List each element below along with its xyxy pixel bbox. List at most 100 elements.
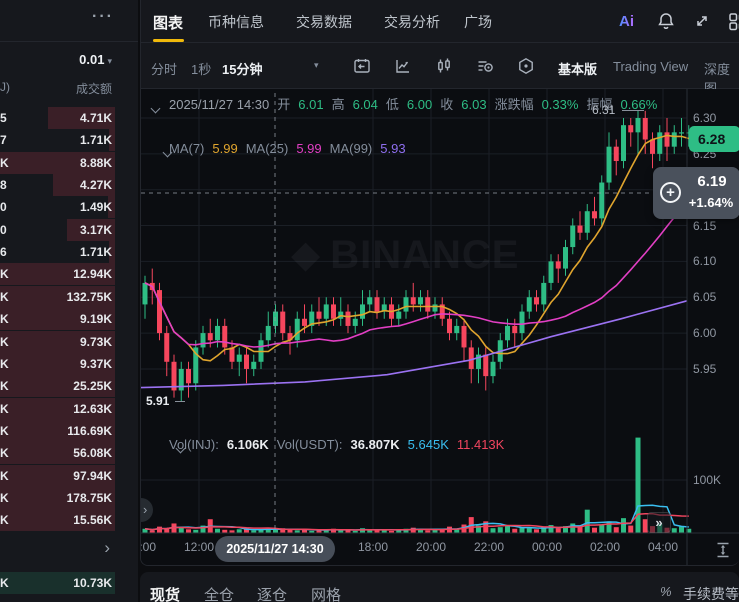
tab-交易分析[interactable]: 交易分析 <box>384 12 440 32</box>
amount-value: 9.73K <box>79 334 112 349</box>
kline-canvas <box>141 89 739 565</box>
ask-row[interactable]: K 97.94K <box>0 464 138 487</box>
tab-币种信息[interactable]: 币种信息 <box>208 12 264 32</box>
bid-row[interactable]: K 10.73K <box>0 572 138 594</box>
high-value: 6.04 <box>352 97 378 112</box>
ask-row[interactable]: 7 1.71K <box>0 129 138 152</box>
kline-plot[interactable]: ◆ BINANCE 2025/11/27 14:30 开 6.01 高 6.04 低… <box>141 89 739 565</box>
ask-row[interactable]: K 56.08K <box>0 442 138 465</box>
chevron-down-icon: ▾ <box>107 56 112 66</box>
amplitude-value: 0.66% <box>620 97 658 112</box>
change-value: 0.33% <box>541 97 579 112</box>
bell-icon[interactable] <box>656 11 676 31</box>
amount-value: 9.19K <box>79 312 112 327</box>
trade-tab-全仓[interactable]: 全仓 <box>204 584 234 602</box>
ask-row[interactable]: K 25.25K <box>0 375 138 398</box>
ask-row[interactable]: 0 1.49K <box>0 196 138 219</box>
amount-value: 25.25K <box>73 379 112 394</box>
mode-tradingview[interactable]: Trading View <box>613 59 688 74</box>
vol-usdt-value: 36.807K <box>350 437 400 452</box>
crosshair-price: 6.19 <box>697 173 727 190</box>
crosshair-change: +1.64% <box>688 195 734 210</box>
price-label-6.00: 6.00 <box>693 326 717 341</box>
tab-图表[interactable]: 图表 <box>153 12 183 33</box>
trade-tab-网格[interactable]: 网格 <box>311 584 341 602</box>
amount-value: 8.88K <box>79 155 112 170</box>
interval-1s[interactable]: 1秒 <box>191 59 211 78</box>
ai-button[interactable]: Ai <box>619 13 639 33</box>
vol-inj-value: 6.106K <box>226 437 269 452</box>
fee-tier-link[interactable]: 手续费等级 <box>683 584 739 602</box>
ask-row[interactable]: K 15.56K <box>0 509 138 532</box>
time-label-10:00: 10:00 <box>141 540 157 554</box>
qty-column-header: J) <box>0 80 10 94</box>
ask-row[interactable]: K 12.94K <box>0 263 138 286</box>
mode-basic[interactable]: 基本版 <box>558 59 597 78</box>
candlestick-icon[interactable] <box>435 57 453 75</box>
indicator-settings-icon[interactable] <box>476 57 494 75</box>
ask-row[interactable]: K 9.19K <box>0 308 138 331</box>
orderbook-column-headers: J) 成交额 <box>0 80 138 96</box>
line-chart-icon[interactable] <box>394 57 412 75</box>
low-price-marker: 5.91 <box>146 394 170 409</box>
layout-grid-icon[interactable] <box>728 11 739 31</box>
qty-partial: K <box>0 267 9 282</box>
fullscreen-expand-icon[interactable] <box>692 11 712 31</box>
amount-value: 15.56K <box>73 513 112 528</box>
vol-usdt-label: Vol(USDT): <box>276 437 343 452</box>
last-price-badge: 6.28 <box>689 126 739 152</box>
trade-tab-现货[interactable]: 现货 <box>150 584 180 602</box>
time-label-02:00: 02:00 <box>589 540 621 554</box>
ask-row[interactable]: K 8.88K <box>0 151 138 174</box>
ask-row[interactable]: 6 1.71K <box>0 241 138 264</box>
orderbook-expand-row[interactable]: › <box>0 538 138 562</box>
open-value: 6.01 <box>298 97 324 112</box>
change-label: 涨跌幅 <box>494 97 534 112</box>
ask-row[interactable]: K 178.75K <box>0 486 138 509</box>
low-label: 低 <box>385 97 399 112</box>
ask-row[interactable]: K 132.75K <box>0 285 138 308</box>
ask-row[interactable]: K 9.37K <box>0 352 138 375</box>
more-menu-icon[interactable]: ··· <box>92 8 114 26</box>
amount-value: 97.94K <box>73 468 112 483</box>
chevron-right-icon: › <box>104 538 110 557</box>
settings-hexagon-icon[interactable] <box>517 57 535 75</box>
price-label-6.15: 6.15 <box>693 218 717 233</box>
ask-row[interactable]: 8 4.27K <box>0 174 138 197</box>
price-scale-settings-icon[interactable] <box>713 540 733 560</box>
ask-row[interactable]: K 9.73K <box>0 330 138 353</box>
interval-dropdown-caret[interactable]: ▾ <box>314 60 319 71</box>
qty-partial: K <box>0 401 9 416</box>
scroll-to-latest-button[interactable]: » <box>647 512 671 533</box>
percent-icon: % <box>660 584 672 599</box>
chart-toolbar: 分时 1秒 15分钟 ▾ 基本版 Trading View 深度图 <box>141 43 739 96</box>
chart-card: 图表 币种信息 交易数据 交易分析 广场 Ai 分时 1秒 15分钟 ▾ 基本版… <box>140 0 739 566</box>
ask-row[interactable]: 5 4.71K <box>0 107 138 129</box>
amount-value: 10.73K <box>73 576 112 590</box>
replay-calendar-icon[interactable] <box>353 57 371 75</box>
tab-广场[interactable]: 广场 <box>464 12 492 32</box>
plus-circle-icon[interactable]: + <box>660 182 681 203</box>
ma7-value: 5.99 <box>212 141 238 156</box>
interval-15m-selected[interactable]: 15分钟 <box>222 59 262 78</box>
price-label-6.10: 6.10 <box>693 254 717 269</box>
interval-fenshi[interactable]: 分时 <box>151 59 177 78</box>
amount-column-header: 成交额 <box>75 82 112 96</box>
qty-partial: 5 <box>0 111 7 125</box>
ask-row[interactable]: 0 3.17K <box>0 218 138 241</box>
trade-tab-逐仓[interactable]: 逐仓 <box>257 584 287 602</box>
ask-row[interactable]: K 12.63K <box>0 397 138 420</box>
volume-info-row: Vol(INJ): 6.106K Vol(USDT): 36.807K 5.645K… <box>169 435 504 455</box>
crosshair-time-pill: 2025/11/27 14:30 <box>215 536 335 562</box>
crosshair-price-tooltip[interactable]: + 6.19 +1.64% <box>653 167 739 219</box>
time-label-22:00: 22:00 <box>473 540 505 554</box>
ohlc-info-row: 2025/11/27 14:30 开 6.01 高 6.04 低 6.00 收 6.03… <box>169 94 661 115</box>
price-label-5.95: 5.95 <box>693 361 717 376</box>
qty-partial: K <box>0 356 9 371</box>
tick-size-dropdown[interactable]: 0.01 ▾ <box>0 52 138 74</box>
qty-partial: K <box>0 379 9 394</box>
qty-partial: K <box>0 334 9 349</box>
collapse-ohlc-icon[interactable] <box>152 104 160 112</box>
ask-row[interactable]: K 116.69K <box>0 419 138 442</box>
tab-交易数据[interactable]: 交易数据 <box>296 12 352 32</box>
